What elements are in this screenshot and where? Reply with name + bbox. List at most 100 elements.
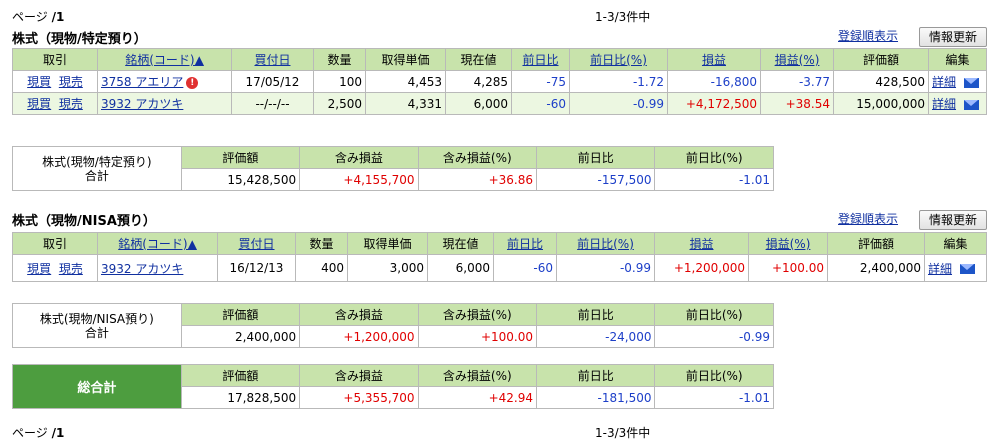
grand-col-change-pct: 前日比(%) <box>654 364 774 387</box>
result-count: 1-3/3件中 <box>595 10 651 24</box>
envelope-icon[interactable] <box>960 264 976 274</box>
col-stock[interactable]: 銘柄(コード)▲ <box>97 48 232 71</box>
grand-value: 17,828,500 <box>180 386 301 409</box>
day-change: -60 <box>493 254 557 282</box>
profit-loss-pct: -3.77 <box>760 70 834 93</box>
grand-change: -181,500 <box>536 386 656 409</box>
pager-top: ページ /1 <box>12 8 64 25</box>
col-change[interactable]: 前日比 <box>511 48 570 71</box>
stock-link[interactable]: 3932 アカツキ <box>101 97 183 111</box>
page-label: ページ <box>12 10 48 24</box>
page-number: /1 <box>51 426 65 440</box>
profit-loss-pct: +100.00 <box>748 254 828 282</box>
exclamation-circle-icon[interactable]: ! <box>186 76 199 89</box>
sell-link[interactable]: 現売 <box>59 262 83 276</box>
col-value: 評価額 <box>827 232 925 255</box>
detail-link[interactable]: 詳細 <box>928 262 952 276</box>
sum-col-pl-pct: 含み損益(%) <box>417 303 538 326</box>
day-change-pct: -1.72 <box>569 70 668 93</box>
grand-col-value: 評価額 <box>180 364 301 387</box>
table-row: 現買 現売 3932 アカツキ --/--/-- 2,500 4,331 6,0… <box>12 92 987 115</box>
sum-col-change-pct: 前日比(%) <box>654 146 774 169</box>
sum-col-value: 評価額 <box>180 303 301 326</box>
sum-change-pct: -1.01 <box>654 168 774 191</box>
holdings-table-tokutei: 取引 銘柄(コード)▲ 買付日 数量 取得単価 現在値 前日比 前日比(%) 損… <box>12 48 987 115</box>
stock-link[interactable]: 3932 アカツキ <box>101 262 183 276</box>
col-change-pct[interactable]: 前日比(%) <box>569 48 668 71</box>
valuation: 428,500 <box>833 70 929 93</box>
sum-col-pl: 含み損益 <box>299 146 419 169</box>
sum-change-pct: -0.99 <box>654 325 774 348</box>
sum-change: -157,500 <box>536 168 656 191</box>
refresh-button[interactable]: 情報更新 <box>919 210 987 230</box>
table-row: 現買 現売 3758 アエリア! 17/05/12 100 4,453 4,28… <box>12 70 987 93</box>
col-change[interactable]: 前日比 <box>493 232 557 255</box>
refresh-button[interactable]: 情報更新 <box>919 27 987 47</box>
col-buy-date[interactable]: 買付日 <box>231 48 314 71</box>
grand-change-pct: -1.01 <box>654 386 774 409</box>
col-price: 現在値 <box>427 232 494 255</box>
sort-order-link[interactable]: 登録順表示 <box>838 210 898 227</box>
col-buy-date[interactable]: 買付日 <box>217 232 296 255</box>
profit-loss: +1,200,000 <box>654 254 749 282</box>
stock-cell: 3932 アカツキ <box>97 254 218 282</box>
grand-pl-pct: +42.94 <box>417 386 538 409</box>
sum-col-value: 評価額 <box>180 146 301 169</box>
col-change-pct[interactable]: 前日比(%) <box>556 232 655 255</box>
stock-cell: 3932 アカツキ <box>97 92 232 115</box>
trade-links: 現買 現売 <box>12 92 98 115</box>
profit-loss: +4,172,500 <box>667 92 761 115</box>
envelope-icon[interactable] <box>964 99 980 110</box>
buy-date: --/--/-- <box>231 92 314 115</box>
edit-cell: 詳細 <box>924 254 987 282</box>
col-price: 現在値 <box>445 48 512 71</box>
edit-cell: 詳細 <box>928 70 987 93</box>
envelope-icon[interactable] <box>964 77 980 88</box>
holdings-table-nisa: 取引 銘柄(コード)▲ 買付日 数量 取得単価 現在値 前日比 前日比(%) 損… <box>12 232 987 282</box>
col-pl[interactable]: 損益 <box>667 48 761 71</box>
current-price: 6,000 <box>427 254 494 282</box>
col-pl-pct[interactable]: 損益(%) <box>760 48 834 71</box>
quantity: 2,500 <box>313 92 366 115</box>
summary-label: 株式(現物/NISA預り) 合計 <box>12 303 182 348</box>
quantity: 400 <box>295 254 348 282</box>
trade-links: 現買 現売 <box>12 254 98 282</box>
profit-loss-pct: +38.54 <box>760 92 834 115</box>
current-price: 4,285 <box>445 70 512 93</box>
profit-loss: -16,800 <box>667 70 761 93</box>
table-row: 現買 現売 3932 アカツキ 16/12/13 400 3,000 6,000… <box>12 254 987 282</box>
page-label: ページ <box>12 426 48 440</box>
col-qty: 数量 <box>313 48 366 71</box>
col-stock[interactable]: 銘柄(コード)▲ <box>97 232 218 255</box>
sell-link[interactable]: 現売 <box>59 75 83 89</box>
buy-link[interactable]: 現買 <box>27 97 51 111</box>
stock-link[interactable]: 3758 アエリア <box>101 75 183 89</box>
table-header-row: 取引 銘柄(コード)▲ 買付日 数量 取得単価 現在値 前日比 前日比(%) 損… <box>12 48 987 71</box>
sort-order-link[interactable]: 登録順表示 <box>838 27 898 44</box>
detail-link[interactable]: 詳細 <box>932 75 956 89</box>
col-pl-pct[interactable]: 損益(%) <box>748 232 828 255</box>
day-change-pct: -0.99 <box>569 92 668 115</box>
sum-value: 15,428,500 <box>180 168 301 191</box>
day-change-pct: -0.99 <box>556 254 655 282</box>
grand-total-label: 総合計 <box>12 364 182 409</box>
sum-change: -24,000 <box>536 325 656 348</box>
sum-value: 2,400,000 <box>180 325 301 348</box>
edit-cell: 詳細 <box>928 92 987 115</box>
buy-date: 17/05/12 <box>231 70 314 93</box>
pager-bottom: ページ /1 <box>12 424 64 441</box>
grand-total-table: 総合計 評価額 含み損益 含み損益(%) 前日比 前日比(%) 17,828,5… <box>12 364 774 409</box>
detail-link[interactable]: 詳細 <box>932 97 956 111</box>
section-title-tokutei: 株式（現物/特定預り） <box>12 32 147 47</box>
col-pl[interactable]: 損益 <box>654 232 749 255</box>
buy-link[interactable]: 現買 <box>27 75 51 89</box>
sum-col-change: 前日比 <box>536 146 656 169</box>
sell-link[interactable]: 現売 <box>59 97 83 111</box>
col-trade: 取引 <box>12 232 98 255</box>
sum-pl-pct: +100.00 <box>417 325 538 348</box>
sum-col-change-pct: 前日比(%) <box>654 303 774 326</box>
stock-cell: 3758 アエリア! <box>97 70 232 93</box>
buy-link[interactable]: 現買 <box>27 262 51 276</box>
sum-col-pl-pct: 含み損益(%) <box>417 146 538 169</box>
col-trade: 取引 <box>12 48 98 71</box>
